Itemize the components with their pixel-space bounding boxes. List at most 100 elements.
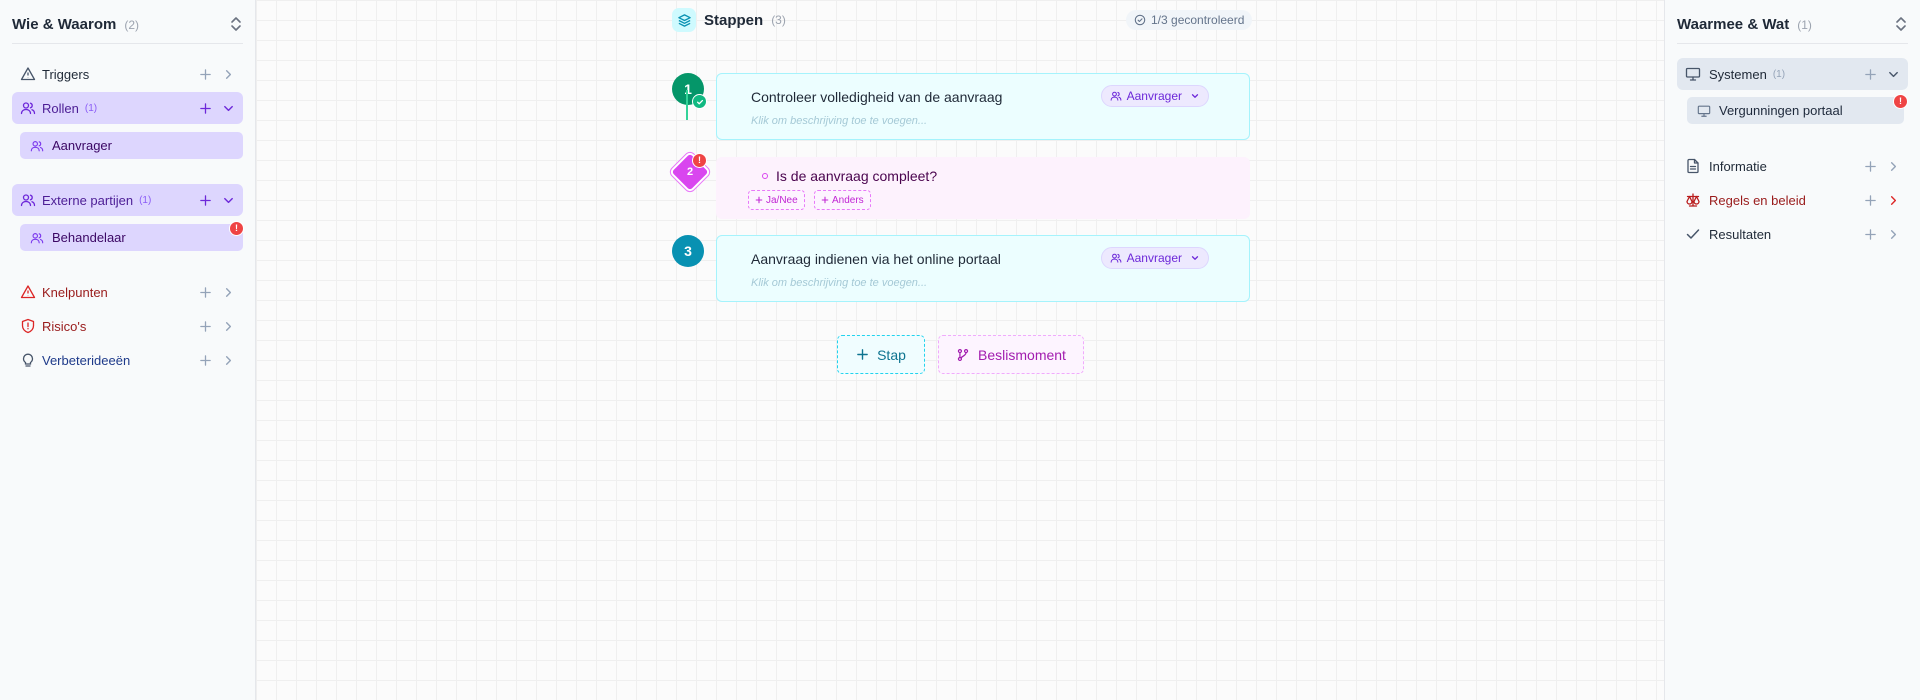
- step-title[interactable]: Aanvraag indienen via het online portaal: [751, 251, 1001, 267]
- warning-triangle-icon: [20, 66, 36, 82]
- role-select[interactable]: Aanvrager: [1100, 247, 1209, 269]
- add-externe-partij-icon[interactable]: [199, 194, 212, 207]
- chevron-down-icon: [1190, 253, 1200, 263]
- users-icon: [20, 192, 36, 208]
- scale-icon: [1685, 192, 1701, 208]
- add-rol-icon[interactable]: [199, 102, 212, 115]
- add-decision-label: Beslismoment: [978, 346, 1066, 363]
- add-risico-icon[interactable]: [199, 320, 212, 333]
- add-regel-icon[interactable]: [1864, 194, 1877, 207]
- add-verbeteridee-icon[interactable]: [199, 354, 212, 367]
- step-card[interactable]: Controleer volledigheid van de aanvraag …: [716, 73, 1250, 140]
- chevron-right-icon[interactable]: [222, 320, 235, 333]
- right-sidebar-title: Waarmee & Wat: [1677, 16, 1790, 33]
- step-number-circle: 3: [672, 235, 704, 267]
- users-icon: [30, 231, 44, 245]
- anders-label: Anders: [832, 194, 864, 206]
- chevron-right-icon[interactable]: [1887, 228, 1900, 241]
- decision-card[interactable]: Is de aanvraag compleet? Ja/Nee Anders: [716, 157, 1250, 219]
- decision-dot-icon: [762, 173, 768, 179]
- section-risicos[interactable]: Risico's: [12, 310, 243, 342]
- chevron-down-icon[interactable]: [222, 194, 235, 207]
- section-triggers[interactable]: Triggers: [12, 58, 243, 90]
- chevron-down-icon[interactable]: [1887, 68, 1900, 81]
- section-knelpunten[interactable]: Knelpunten: [12, 276, 243, 308]
- add-systeem-icon[interactable]: [1864, 68, 1877, 81]
- section-regels-en-beleid[interactable]: Regels en beleid: [1677, 184, 1908, 216]
- git-branch-icon: [956, 348, 970, 362]
- role-label: Aanvrager: [1126, 89, 1182, 103]
- ja-nee-label: Ja/Nee: [766, 194, 798, 206]
- layers-icon: [672, 8, 696, 32]
- add-trigger-icon[interactable]: [199, 68, 212, 81]
- section-externe-partijen[interactable]: Externe partijen (1): [12, 184, 243, 216]
- chevron-right-icon[interactable]: [222, 286, 235, 299]
- add-anders-button[interactable]: Anders: [814, 190, 871, 210]
- left-sidebar-title: Wie & Waarom: [12, 16, 117, 33]
- stappen-title: Stappen: [704, 11, 764, 29]
- warning-triangle-icon: [20, 284, 36, 300]
- checkmark-icon: [692, 94, 707, 109]
- section-externe-count: (1): [139, 194, 152, 206]
- step-title[interactable]: Controleer volledigheid van de aanvraag: [751, 89, 1002, 105]
- shield-alert-icon: [20, 318, 36, 334]
- chevron-down-icon[interactable]: [222, 102, 235, 115]
- section-externe-label: Externe partijen: [42, 192, 134, 208]
- step-description[interactable]: Klik om beschrijving toe te voegen...: [751, 277, 927, 289]
- warning-badge: !: [1893, 94, 1908, 109]
- users-icon: [30, 139, 44, 153]
- section-risicos-label: Risico's: [42, 318, 87, 334]
- section-resultaten[interactable]: Resultaten: [1677, 218, 1908, 250]
- chevron-right-icon[interactable]: [1887, 194, 1900, 207]
- section-rollen-label: Rollen: [42, 100, 79, 116]
- canvas-header: Stappen (3) 1/3 gecontroleerd: [256, 0, 1664, 40]
- section-verbeterideeen[interactable]: Verbeterideeën: [12, 344, 243, 376]
- add-step-label: Stap: [877, 346, 906, 363]
- step-number: 3: [684, 243, 692, 259]
- right-sidebar-count: (1): [1797, 17, 1812, 32]
- role-select[interactable]: Aanvrager: [1100, 85, 1209, 107]
- add-ja-nee-button[interactable]: Ja/Nee: [748, 190, 805, 210]
- chevron-right-icon[interactable]: [222, 354, 235, 367]
- section-systemen-count: (1): [1772, 68, 1786, 80]
- systeem-item-vergunningen-portaal[interactable]: Vergunningen portaal: [1687, 97, 1904, 124]
- step-card[interactable]: Aanvraag indienen via het online portaal…: [716, 235, 1250, 302]
- plus-icon: [755, 196, 763, 204]
- decision-question-text: Is de aanvraag compleet?: [776, 168, 938, 184]
- section-systemen[interactable]: Systemen (1): [1677, 58, 1908, 90]
- section-informatie[interactable]: Informatie: [1677, 150, 1908, 182]
- left-sidebar: Wie & Waarom (2) Triggers Rollen (1) Aan…: [0, 0, 256, 700]
- systeem-item-label: Vergunningen portaal: [1719, 103, 1843, 118]
- section-regels-label: Regels en beleid: [1709, 192, 1806, 208]
- decision-question[interactable]: Is de aanvraag compleet?: [762, 168, 937, 184]
- add-decision-button[interactable]: Beslismoment: [938, 335, 1084, 374]
- add-resultaat-icon[interactable]: [1864, 228, 1877, 241]
- chevron-right-icon[interactable]: [1887, 160, 1900, 173]
- add-informatie-icon[interactable]: [1864, 160, 1877, 173]
- externe-item-behandelaar[interactable]: Behandelaar: [20, 224, 243, 251]
- section-systemen-label: Systemen: [1709, 66, 1767, 82]
- monitor-icon: [1697, 104, 1711, 118]
- process-canvas[interactable]: Stappen (3) 1/3 gecontroleerd 1 Controle…: [256, 0, 1664, 700]
- rol-item-label: Aanvrager: [52, 138, 112, 153]
- checked-status-badge: 1/3 gecontroleerd: [1126, 10, 1253, 30]
- step-description[interactable]: Klik om beschrijving toe te voegen...: [751, 115, 927, 127]
- users-icon: [20, 100, 36, 116]
- stappen-count: (3): [771, 13, 786, 27]
- check-circle-icon: [1134, 14, 1146, 26]
- add-step-button[interactable]: Stap: [837, 335, 925, 374]
- chevron-right-icon[interactable]: [222, 68, 235, 81]
- section-knelpunten-label: Knelpunten: [42, 284, 108, 300]
- section-informatie-label: Informatie: [1709, 158, 1767, 174]
- monitor-icon: [1685, 66, 1701, 82]
- add-knelpunt-icon[interactable]: [199, 286, 212, 299]
- lightbulb-icon: [20, 352, 36, 368]
- left-sidebar-header: Wie & Waarom (2): [12, 14, 243, 44]
- collapse-toggle-icon[interactable]: [229, 16, 243, 32]
- right-sidebar-header: Waarmee & Wat (1): [1677, 14, 1908, 44]
- users-icon: [1110, 90, 1122, 102]
- rol-item-aanvrager[interactable]: Aanvrager: [20, 132, 243, 159]
- collapse-toggle-icon[interactable]: [1894, 16, 1908, 32]
- check-icon: [1685, 226, 1701, 242]
- section-rollen[interactable]: Rollen (1): [12, 92, 243, 124]
